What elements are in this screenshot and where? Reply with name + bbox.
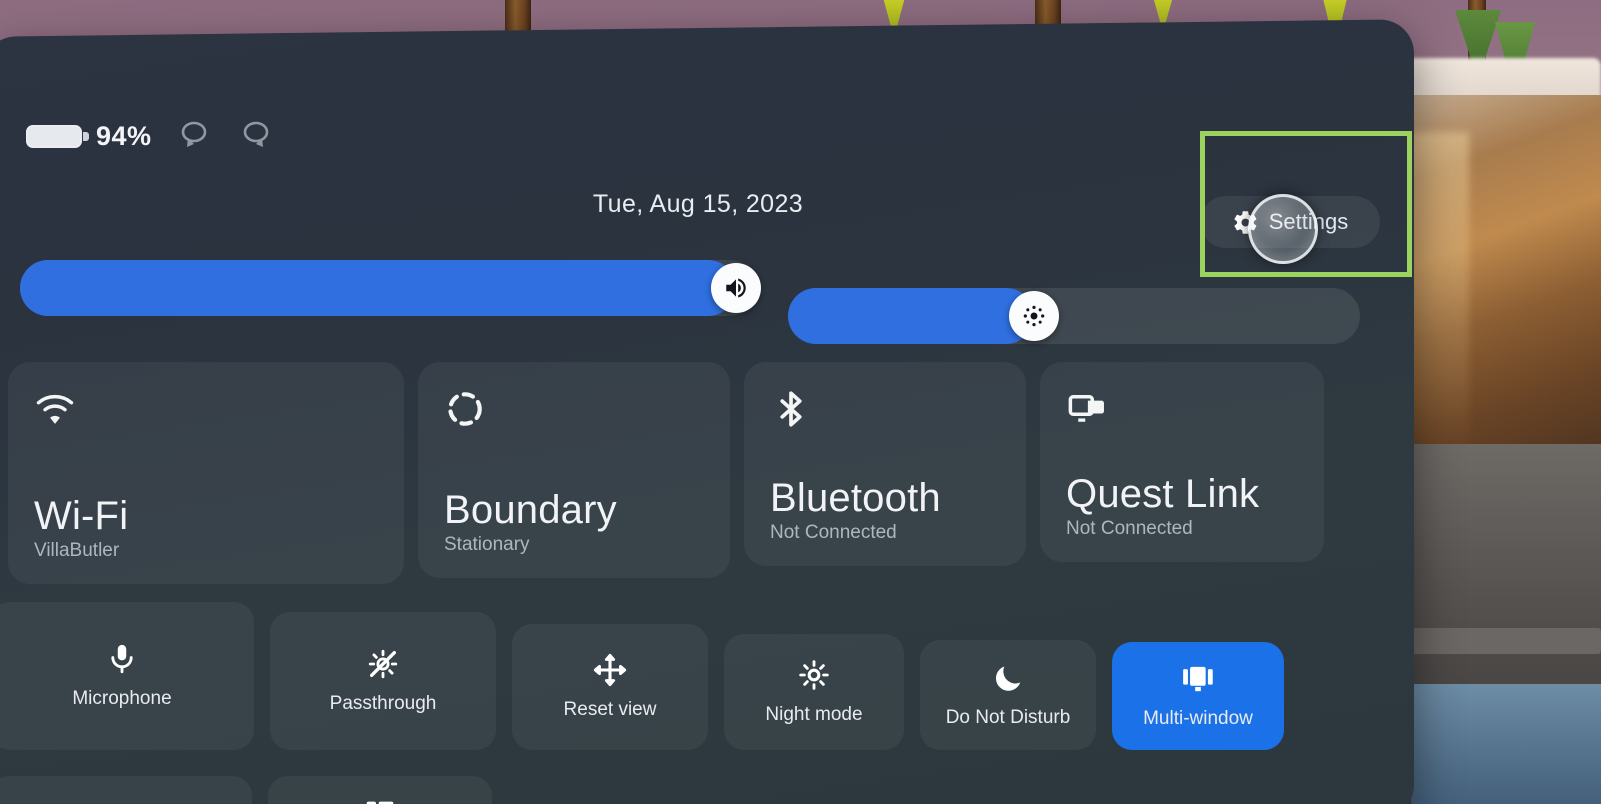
tile-do-not-disturb-label: Do Not Disturb	[945, 707, 1071, 728]
partially-visible-tile-row	[0, 776, 492, 804]
battery-percent-label: 94%	[96, 120, 152, 151]
settings-button[interactable]: Settings	[1200, 196, 1380, 248]
tile-partial-left[interactable]	[0, 776, 252, 804]
settings-button-label: Settings	[1268, 209, 1349, 234]
quick-settings-tiles: Wi-Fi VillaButler Boundary Stationary Bl…	[8, 362, 1324, 584]
microphone-icon	[111, 644, 133, 674]
tile-reset-view[interactable]: Reset view	[512, 624, 708, 750]
pool-water	[1411, 684, 1601, 804]
status-bar: 94%	[26, 116, 276, 156]
controller-battery-right-icon	[243, 121, 268, 147]
tile-wifi[interactable]: Wi-Fi VillaButler	[8, 362, 404, 584]
tile-boundary-title: Boundary	[444, 487, 617, 532]
volume-slider[interactable]	[20, 260, 761, 316]
tile-quest-link-title: Quest Link	[1066, 471, 1260, 516]
passthrough-off-icon	[368, 649, 398, 679]
volume-slider-fill	[20, 260, 736, 316]
tile-quest-link-subtitle: Not Connected	[1066, 518, 1193, 539]
controller-battery-left-icon	[181, 121, 206, 147]
tile-bluetooth-title: Bluetooth	[770, 475, 941, 520]
quick-toggle-tiles: Microphone Passthrough Reset view Night …	[0, 602, 1284, 750]
tile-bluetooth-subtitle: Not Connected	[770, 522, 897, 543]
tile-multi-window[interactable]: Multi-window	[1112, 642, 1284, 750]
tile-microphone[interactable]: Microphone	[0, 602, 254, 750]
volume-slider-thumb[interactable]	[710, 263, 761, 313]
tile-passthrough-label: Passthrough	[329, 693, 437, 714]
multi-window-icon	[1183, 666, 1213, 692]
tile-boundary-subtitle: Stationary	[444, 534, 530, 555]
tile-partial-right[interactable]	[268, 776, 492, 804]
night-mode-sun-icon	[799, 660, 829, 690]
tile-bluetooth[interactable]: Bluetooth Not Connected	[744, 362, 1026, 566]
tile-quest-link[interactable]: Quest Link Not Connected	[1040, 362, 1324, 562]
tile-do-not-disturb[interactable]: Do Not Disturb	[920, 640, 1096, 750]
vr-control-panel-screen: 94% Tue, Aug 15, 2023 Settings Wi-Fi Vil…	[0, 0, 1601, 804]
quest-link-cast-icon	[1068, 395, 1104, 422]
tile-multi-window-label: Multi-window	[1143, 708, 1253, 729]
boundary-dashed-circle-icon	[448, 392, 482, 426]
wifi-icon	[36, 394, 74, 424]
tile-microphone-label: Microphone	[72, 688, 172, 709]
tile-boundary[interactable]: Boundary Stationary	[418, 362, 730, 578]
speaker-icon	[726, 278, 746, 298]
brightness-slider[interactable]	[788, 288, 1360, 344]
bluetooth-icon	[780, 391, 802, 427]
brightness-icon	[1023, 305, 1045, 327]
battery-icon	[26, 124, 82, 148]
multi-window-icon	[366, 801, 394, 804]
gear-icon	[1234, 210, 1257, 234]
moon-icon	[995, 666, 1021, 691]
tile-reset-view-label: Reset view	[563, 699, 657, 720]
tile-wifi-subtitle: VillaButler	[34, 540, 120, 561]
tile-night-mode[interactable]: Night mode	[724, 634, 904, 750]
tile-passthrough[interactable]: Passthrough	[270, 612, 496, 750]
tile-night-mode-label: Night mode	[765, 704, 863, 725]
tile-wifi-title: Wi-Fi	[34, 493, 129, 538]
brightness-slider-fill	[788, 288, 1034, 344]
reset-view-move-icon	[593, 653, 627, 687]
control-panel: 94% Tue, Aug 15, 2023 Settings Wi-Fi Vil…	[0, 19, 1414, 804]
brightness-slider-thumb[interactable]	[1008, 291, 1059, 341]
headset-battery: 94%	[26, 121, 152, 152]
